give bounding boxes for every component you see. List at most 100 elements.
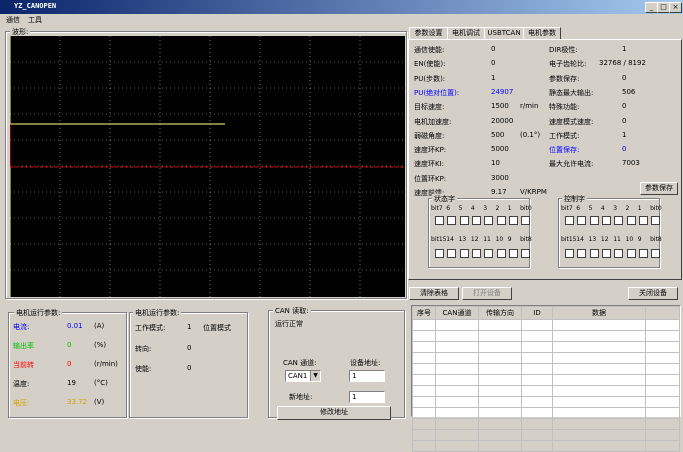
table-cell[interactable]: [645, 341, 680, 353]
param-value[interactable]: 500: [491, 131, 504, 139]
table-row[interactable]: [412, 440, 680, 452]
new-address-input[interactable]: 1: [349, 391, 385, 403]
bit-checkbox[interactable]: [496, 249, 506, 258]
table-cell[interactable]: [645, 319, 680, 331]
table-cell[interactable]: [552, 319, 646, 331]
bit-checkbox[interactable]: [651, 216, 661, 225]
bit-checkbox[interactable]: [626, 216, 636, 225]
bit-checkbox[interactable]: [484, 249, 494, 258]
param-save-button[interactable]: 参数保存: [640, 182, 678, 195]
table-cell[interactable]: [552, 352, 646, 364]
table-cell[interactable]: [435, 385, 479, 397]
table-cell[interactable]: [435, 363, 479, 375]
table-cell[interactable]: [435, 429, 479, 441]
table-cell[interactable]: [435, 319, 479, 331]
bit-checkbox[interactable]: [614, 249, 624, 258]
bit-checkbox[interactable]: [565, 249, 574, 258]
table-cell[interactable]: [645, 396, 680, 408]
table-cell[interactable]: [412, 407, 436, 419]
table-cell[interactable]: [645, 363, 680, 375]
table-row[interactable]: [412, 396, 680, 408]
table-row[interactable]: [412, 352, 680, 364]
table-cell[interactable]: [478, 352, 522, 364]
table-row[interactable]: [412, 330, 680, 342]
table-row[interactable]: [412, 385, 680, 397]
table-cell[interactable]: [478, 440, 522, 452]
param-value[interactable]: 1: [622, 45, 626, 53]
bit-checkbox[interactable]: [601, 216, 611, 225]
open-device-button[interactable]: 打开设备: [462, 287, 512, 300]
bit-checkbox[interactable]: [589, 216, 599, 225]
chevron-down-icon[interactable]: ▼: [310, 371, 320, 381]
table-cell[interactable]: [412, 374, 436, 386]
table-cell[interactable]: [521, 418, 553, 430]
bit-checkbox[interactable]: [651, 249, 661, 258]
table-cell[interactable]: [435, 374, 479, 386]
table-cell[interactable]: [645, 330, 680, 342]
col-data[interactable]: 数据: [552, 306, 646, 320]
table-cell[interactable]: [478, 374, 522, 386]
table-cell[interactable]: [645, 374, 680, 386]
param-value[interactable]: 9.17: [491, 188, 507, 196]
table-cell[interactable]: [435, 341, 479, 353]
table-cell[interactable]: [435, 396, 479, 408]
table-cell[interactable]: [552, 418, 646, 430]
table-cell[interactable]: [478, 385, 522, 397]
param-value[interactable]: 5000: [491, 145, 509, 153]
table-cell[interactable]: [645, 385, 680, 397]
table-cell[interactable]: [645, 418, 680, 430]
modify-address-button[interactable]: 修改地址: [277, 406, 391, 420]
table-cell[interactable]: [478, 330, 522, 342]
table-cell[interactable]: [552, 363, 646, 375]
table-cell[interactable]: [478, 341, 522, 353]
table-cell[interactable]: [521, 341, 553, 353]
table-cell[interactable]: [552, 429, 646, 441]
table-cell[interactable]: [435, 330, 479, 342]
table-cell[interactable]: [552, 374, 646, 386]
param-value[interactable]: 10: [491, 159, 500, 167]
table-row[interactable]: [412, 418, 680, 430]
col-can-channel[interactable]: CAN通道: [435, 306, 479, 320]
table-row[interactable]: [412, 363, 680, 375]
col-index[interactable]: 序号: [412, 306, 436, 320]
table-cell[interactable]: [478, 429, 522, 441]
param-value[interactable]: 0: [491, 59, 495, 67]
table-cell[interactable]: [412, 330, 436, 342]
param-value[interactable]: 0: [622, 117, 626, 125]
col-direction[interactable]: 传输方向: [478, 306, 522, 320]
table-cell[interactable]: [412, 341, 436, 353]
bit-checkbox[interactable]: [508, 216, 518, 225]
clear-table-button[interactable]: 清除表格: [409, 287, 459, 300]
table-cell[interactable]: [552, 396, 646, 408]
bit-checkbox[interactable]: [638, 216, 648, 225]
table-cell[interactable]: [521, 330, 553, 342]
table-row[interactable]: [412, 429, 680, 441]
table-cell[interactable]: [435, 352, 479, 364]
table-cell[interactable]: [645, 407, 680, 419]
bit-checkbox[interactable]: [614, 216, 624, 225]
table-cell[interactable]: [552, 341, 646, 353]
table-cell[interactable]: [435, 407, 479, 419]
param-value[interactable]: 0: [491, 45, 495, 53]
table-cell[interactable]: [521, 429, 553, 441]
table-row[interactable]: [412, 319, 680, 331]
table-cell[interactable]: [478, 363, 522, 375]
table-cell[interactable]: [552, 440, 646, 452]
param-value[interactable]: 1: [491, 74, 495, 82]
param-value[interactable]: 506: [622, 88, 635, 96]
bit-checkbox[interactable]: [577, 216, 587, 225]
table-cell[interactable]: [521, 385, 553, 397]
bit-checkbox[interactable]: [471, 216, 481, 225]
close-device-button[interactable]: 关闭设备: [628, 287, 678, 300]
bit-checkbox[interactable]: [484, 216, 494, 225]
table-cell[interactable]: [412, 418, 436, 430]
table-cell[interactable]: [645, 440, 680, 452]
table-cell[interactable]: [478, 407, 522, 419]
table-cell[interactable]: [435, 418, 479, 430]
param-value[interactable]: 7003: [622, 159, 640, 167]
param-value[interactable]: 24907: [491, 88, 513, 96]
param-value[interactable]: 32768 / 8192: [599, 59, 646, 67]
table-cell[interactable]: [412, 363, 436, 375]
bit-checkbox[interactable]: [589, 249, 599, 258]
table-cell[interactable]: [412, 396, 436, 408]
